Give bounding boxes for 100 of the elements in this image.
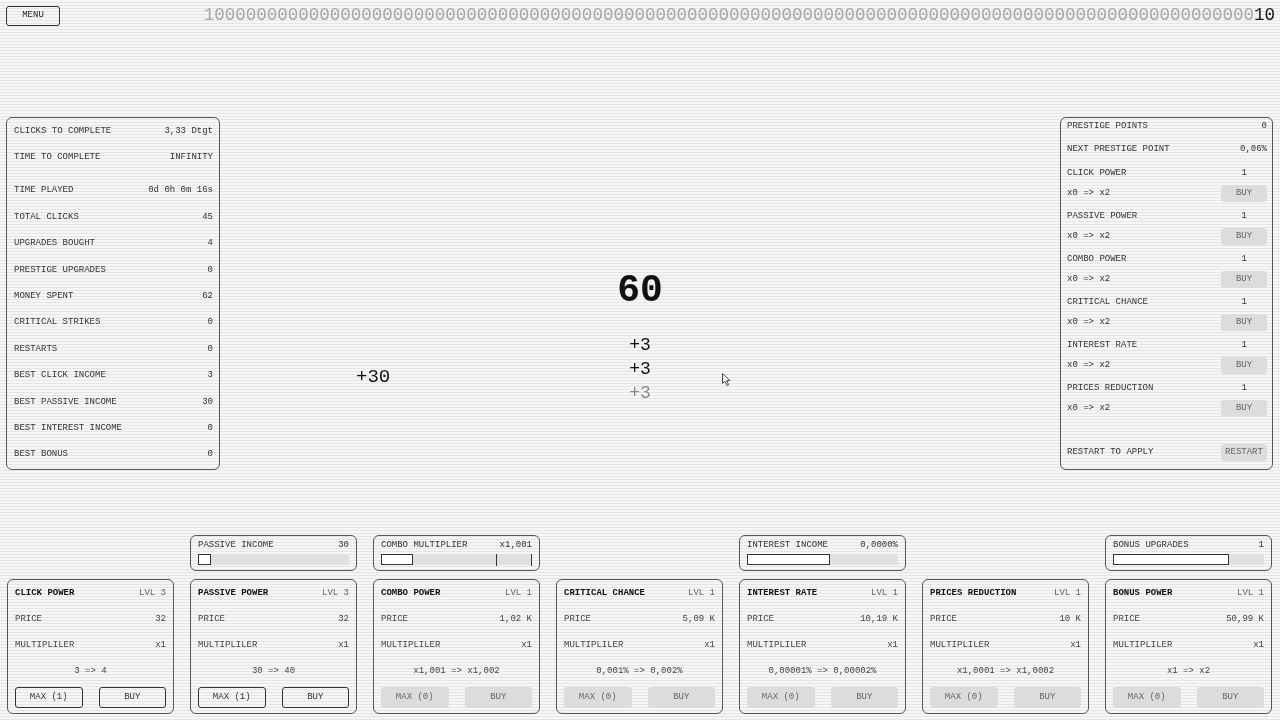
level-label: LVL 1 [688,588,715,598]
prestige-upgrade-name: CRITICAL CHANCE [1067,297,1148,307]
stat-value: 0d 0h 0m 16s [148,186,213,196]
max-button[interactable]: MAX (1) [15,687,83,708]
multiplier-label: MULTIPLILER [198,640,258,650]
upgrade-title: CRITICAL CHANCE [564,588,645,598]
stat-value: 30 [202,397,213,407]
level-label: LVL 1 [871,588,898,598]
stat-value: 0,06% [1240,144,1267,154]
price-label: PRICE [15,614,42,624]
stat-label: MONEY SPENT [14,292,74,302]
stat-label: TIME PLAYED [14,186,74,196]
upgrade-effect: x1 => x2 [1166,666,1211,676]
prestige-upgrade-name: INTEREST RATE [1067,340,1138,350]
indicator-label: PASSIVE INCOME [198,541,274,550]
multiplier-label: MULTIPLILER [564,640,624,650]
indicator-value: 1 [1258,541,1264,550]
stat-value: 45 [202,212,213,222]
stat-label: UPGRADES BOUGHT [14,239,95,249]
upgrade-effect: 30 => 40 [251,666,296,676]
price-value: 10,19 K [860,614,898,624]
upgrade-title: CLICK POWER [15,588,75,598]
buy-button[interactable]: BUY [98,687,166,708]
stat-value: 0 [1261,121,1267,131]
multiplier-label: MULTIPLILER [930,640,990,650]
marker-line-icon [531,554,532,566]
indicator-value: x1,001 [499,541,532,550]
prestige-upgrade-level: 1 [1241,254,1247,264]
multiplier-value: x1 [704,640,715,650]
prestige-upgrade-name: COMBO POWER [1067,254,1127,264]
multiplier-value: x1 [155,640,166,650]
prestige-upgrade-level: 1 [1241,211,1247,221]
prestige-upgrade-name: PRICES REDUCTION [1067,383,1154,393]
price-label: PRICE [930,614,957,624]
pointer-icon [722,373,731,386]
prestige-upgrade-name: CLICK POWER [1067,168,1127,178]
stat-value: 0 [207,424,213,433]
stat-value: 0 [207,265,213,275]
prestige-upgrade-effect: x0 => x2 [1067,361,1111,370]
price-label: PRICE [198,614,225,624]
prestige-upgrade-level: 1 [1241,383,1247,393]
income-popup: +3 [629,358,651,381]
level-label: LVL 3 [322,588,349,598]
upgrade-effect: 0,00001% => 0,00002% [768,666,877,676]
money-counter: 60 [617,272,663,310]
multiplier-value: x1 [887,640,898,650]
multiplier-value: x1 [338,640,349,650]
price-value: 32 [338,614,349,624]
income-popup: +3 [629,382,651,405]
multiplier-value: x1 [1253,640,1264,650]
indicator-label: INTEREST INCOME [747,541,828,550]
price-value: 10 K [1059,614,1081,624]
stat-value: 4 [207,239,213,249]
price-value: 50,99 K [1226,614,1264,624]
indicator-label: COMBO MULTIPLIER [381,541,468,550]
prestige-upgrade-level: 1 [1241,340,1247,350]
price-value: 32 [155,614,166,624]
price-label: PRICE [1113,614,1140,624]
stat-label: CRITICAL STRIKES [14,318,101,328]
stat-label: BEST PASSIVE INCOME [14,397,117,407]
stat-label: BEST CLICK INCOME [14,371,106,381]
stat-label: BEST BONUS [14,450,68,460]
price-label: PRICE [747,614,774,624]
max-button[interactable]: MAX (1) [198,687,266,708]
restart-label: RESTART TO APPLY [1067,447,1154,457]
prestige-upgrade-level: 1 [1241,297,1247,307]
prestige-upgrade-effect: x0 => x2 [1067,275,1111,284]
prestige-upgrade-effect: x0 => x2 [1067,404,1111,413]
stat-value: INFINITY [169,153,213,163]
income-popup: +30 [356,365,391,389]
prestige-upgrade-effect: x0 => x2 [1067,318,1111,327]
multiplier-value: x1 [1070,640,1081,650]
indicator-value: 0,0000% [860,541,898,550]
upgrade-title: INTEREST RATE [747,588,818,598]
stat-label: RESTARTS [14,344,58,354]
income-popup: +3 [629,334,651,357]
upgrade-effect: 0,001% => 0,002% [596,666,683,676]
prestige-upgrade-level: 1 [1241,168,1247,178]
upgrade-title: BONUS POWER [1113,588,1173,598]
menu-button[interactable]: MENU [6,5,60,26]
indicator-value: 30 [338,541,349,550]
upgrade-title: PRICES REDUCTION [930,588,1017,598]
level-label: LVL 3 [139,588,166,598]
multiplier-label: MULTIPLILER [381,640,441,650]
stat-value: 3 [207,371,213,381]
stat-label: CLICKS TO COMPLETE [14,126,112,136]
price-value: 1,02 K [499,614,532,624]
level-label: LVL 1 [1054,588,1081,598]
price-value: 5,09 K [682,614,715,624]
prestige-upgrade-name: PASSIVE POWER [1067,211,1138,221]
stat-value: 3,33 Dtgt [164,126,213,136]
stat-label: PRESTIGE POINTS [1067,121,1148,131]
stat-label: TOTAL CLICKS [14,212,79,222]
upgrade-effect: 3 => 4 [74,666,107,676]
prestige-upgrade-effect: x0 => x2 [1067,232,1111,241]
price-label: PRICE [381,614,408,624]
upgrade-title: COMBO POWER [381,588,441,598]
stat-value: 0 [207,318,213,328]
prestige-upgrade-effect: x0 => x2 [1067,189,1111,198]
buy-button[interactable]: BUY [281,687,349,708]
